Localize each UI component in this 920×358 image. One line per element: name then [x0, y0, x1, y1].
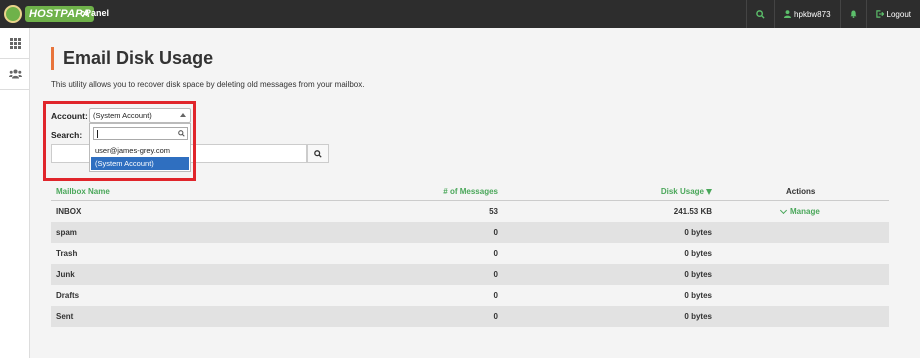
message-count: 0 — [493, 249, 498, 258]
manage-label: Manage — [790, 207, 820, 216]
grid-icon — [9, 37, 21, 49]
username: hpkbw873 — [794, 9, 831, 19]
user-icon — [784, 10, 792, 18]
header-disk-usage-label: Disk Usage — [660, 187, 704, 196]
logout-button[interactable]: Logout — [865, 0, 920, 28]
header-disk-usage[interactable]: Disk Usage — [661, 187, 712, 196]
page-description: This utility allows you to recover disk … — [51, 80, 365, 89]
top-right-toolbar: hpkbw873 Logout — [746, 0, 920, 28]
highlight-box — [43, 101, 196, 181]
message-count: 0 — [493, 228, 498, 237]
sidebar — [0, 28, 30, 358]
chevron-down-icon — [779, 206, 788, 214]
notifications-button[interactable] — [839, 0, 866, 28]
mailbox-name: INBOX — [56, 207, 82, 216]
message-count: 53 — [489, 207, 498, 216]
logout-label: Logout — [886, 9, 911, 19]
mailbox-name: spam — [56, 228, 77, 237]
table-row: Sent 0 0 bytes — [51, 306, 889, 327]
table-row: INBOX 53 241.53 KB Manage — [51, 201, 889, 222]
disk-usage: 0 bytes — [684, 312, 712, 321]
search-icon — [756, 9, 765, 19]
mascot-icon — [4, 5, 22, 23]
mailbox-name: Junk — [56, 270, 75, 279]
disk-usage: 0 bytes — [684, 228, 712, 237]
message-count: 0 — [493, 291, 498, 300]
logout-icon — [875, 10, 884, 18]
users-icon — [8, 69, 22, 79]
manage-button[interactable]: Manage — [779, 206, 820, 216]
mailbox-name: Trash — [56, 249, 78, 258]
message-count: 0 — [493, 270, 498, 279]
mailbox-table: Mailbox Name # of Messages Disk Usage Ac… — [51, 181, 889, 327]
table-header: Mailbox Name # of Messages Disk Usage Ac… — [51, 181, 889, 201]
message-count: 0 — [493, 312, 498, 321]
disk-usage: 0 bytes — [684, 270, 712, 279]
bell-icon — [849, 10, 857, 18]
table-row: spam 0 0 bytes — [51, 222, 889, 243]
search-button[interactable] — [746, 0, 774, 28]
mailbox-name: Drafts — [56, 291, 80, 300]
header-messages[interactable]: # of Messages — [443, 187, 498, 196]
disk-usage: 241.53 KB — [673, 207, 712, 216]
user-menu[interactable]: hpkbw873 — [774, 0, 839, 28]
mailbox-search-button[interactable] — [307, 144, 329, 163]
table-row: Drafts 0 0 bytes — [51, 285, 889, 306]
sidebar-users-button[interactable] — [0, 59, 30, 90]
table-row: Trash 0 0 bytes — [51, 243, 889, 264]
top-bar: HOSTPAPA cPanel hpkbw873 Logout — [0, 0, 920, 28]
disk-usage: 0 bytes — [684, 249, 712, 258]
main-content: Email Disk Usage This utility allows you… — [30, 28, 920, 358]
mailbox-name: Sent — [56, 312, 74, 321]
page-title: Email Disk Usage — [51, 47, 213, 70]
brand-label[interactable]: cPanel — [80, 8, 109, 18]
sort-desc-icon — [706, 189, 712, 195]
header-mailbox-name[interactable]: Mailbox Name — [56, 187, 110, 196]
table-row: Junk 0 0 bytes — [51, 264, 889, 285]
disk-usage: 0 bytes — [684, 291, 712, 300]
header-actions: Actions — [786, 187, 816, 196]
search-icon — [314, 149, 322, 158]
sidebar-tools-button[interactable] — [0, 28, 30, 59]
